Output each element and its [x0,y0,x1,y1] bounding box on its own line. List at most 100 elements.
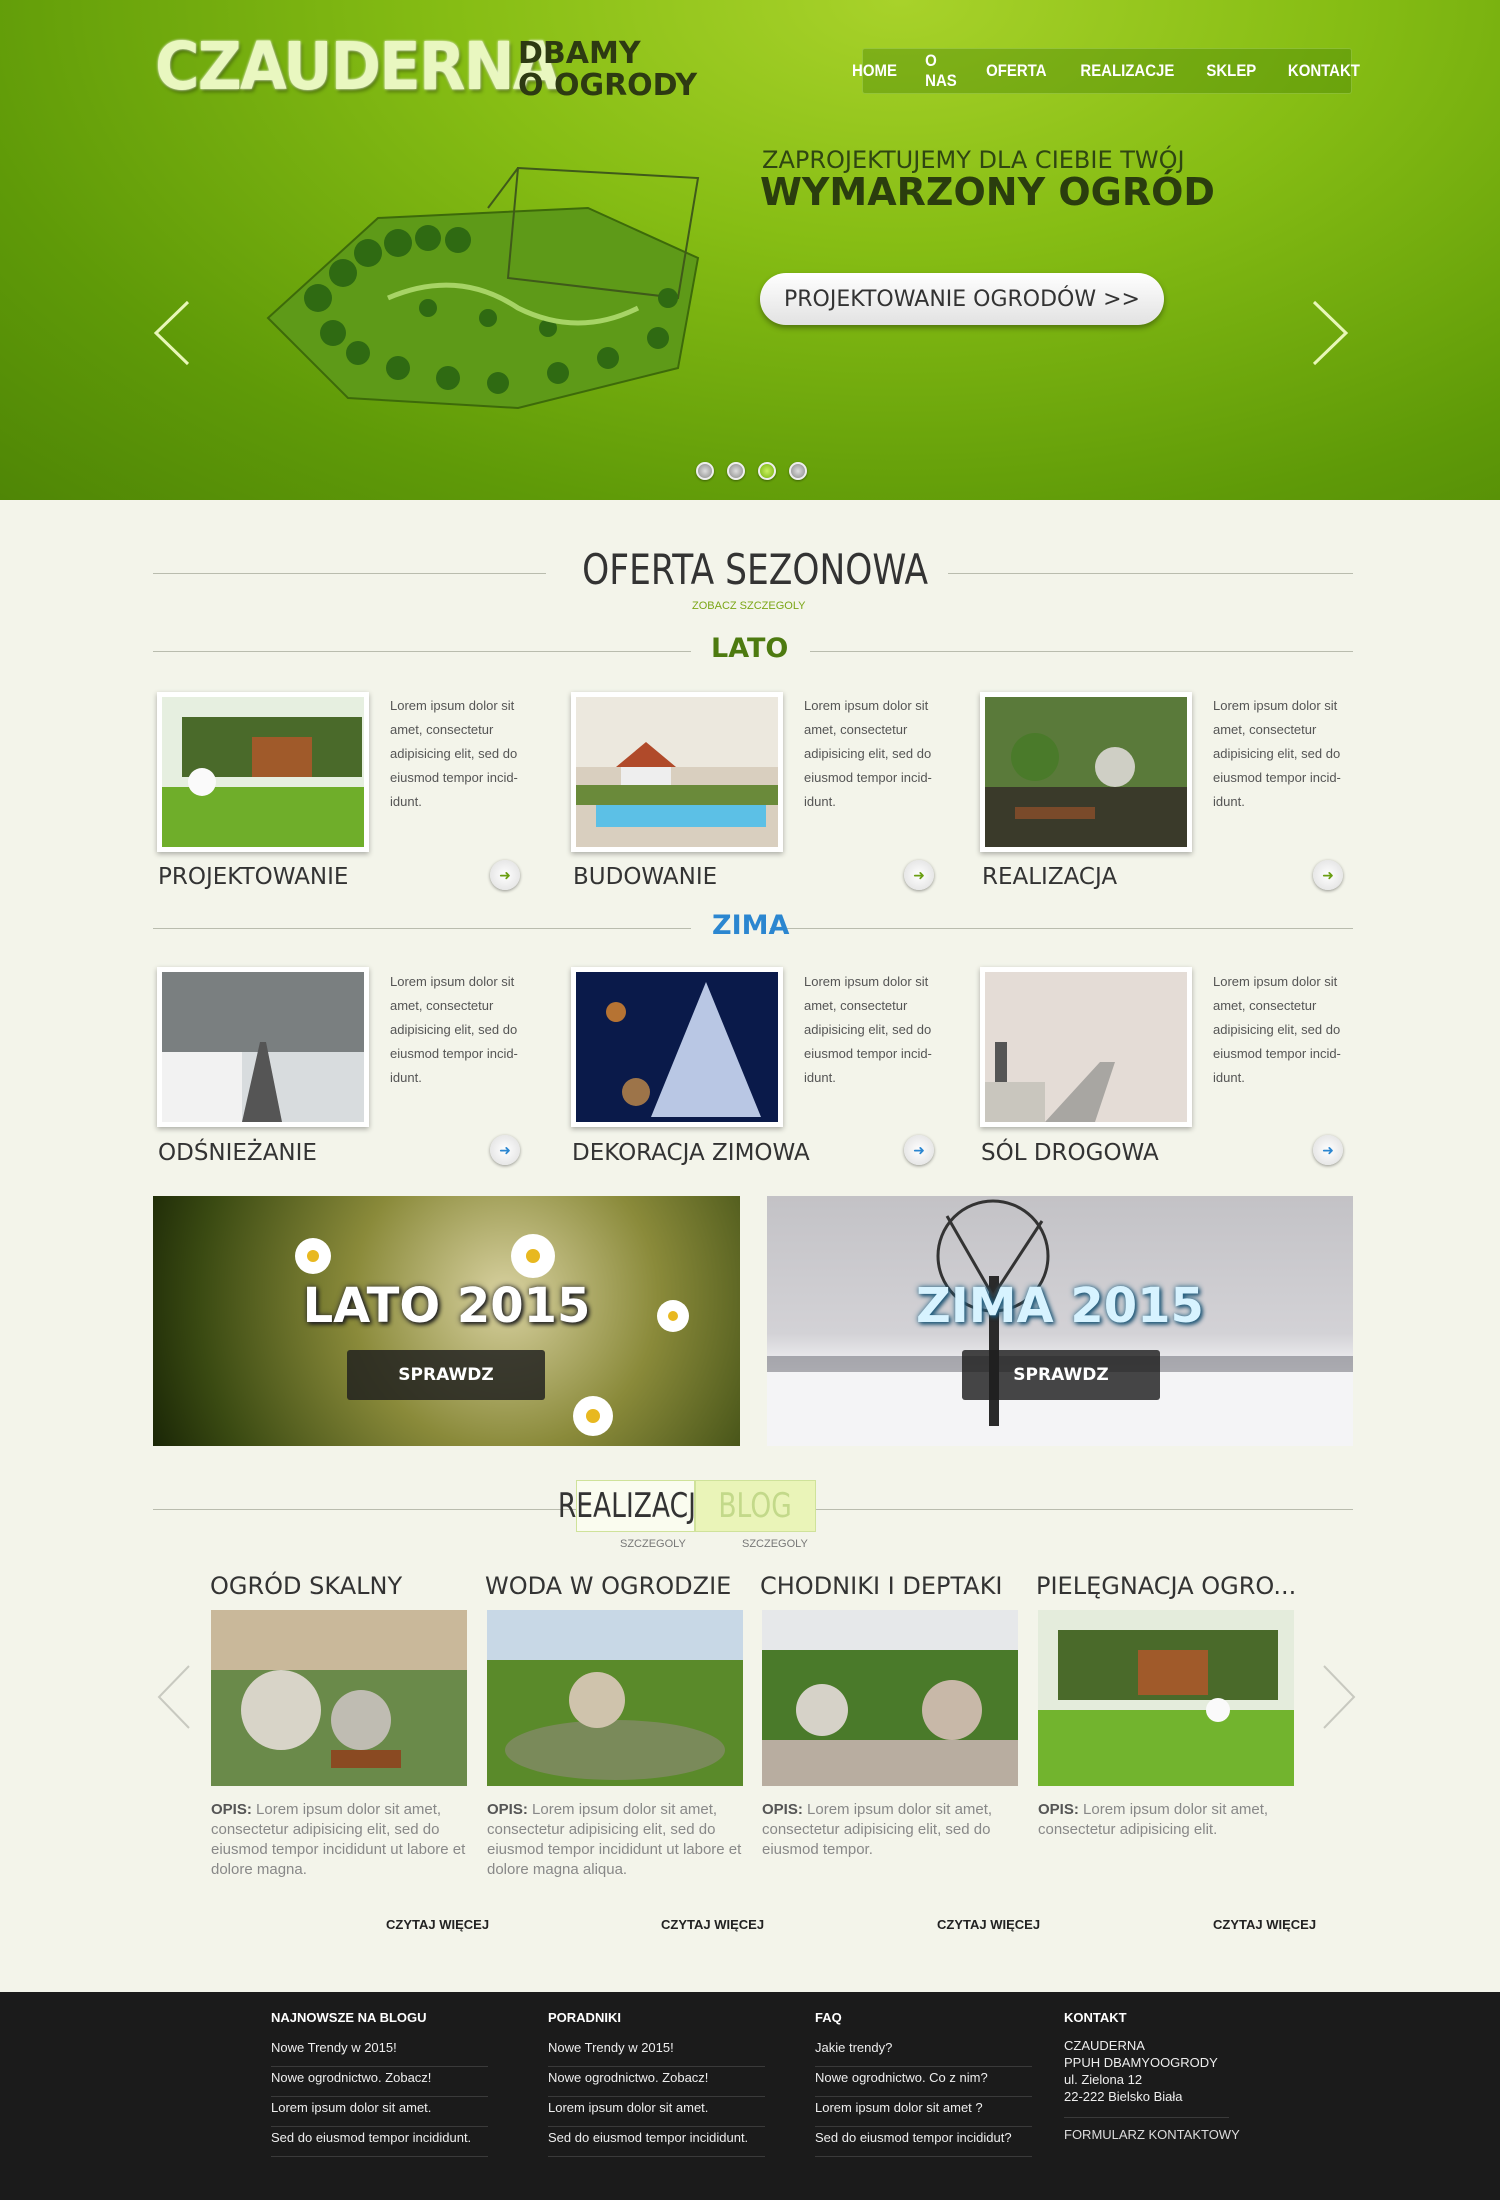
arrow-right-icon[interactable]: ➜ [490,860,520,890]
arrow-right-icon[interactable]: ➜ [490,1135,520,1165]
nav-home[interactable]: HOME [852,61,897,81]
footer-link[interactable]: Nowe ogrodnictwo. Zobacz! [271,2067,488,2097]
footer-link[interactable]: Nowe ogrodnictwo. Co z nim? [815,2067,1032,2097]
desc-label: OPIS: [1038,1801,1079,1818]
arrow-right-icon[interactable]: ➜ [904,1135,934,1165]
project-title[interactable]: WODA W OGRODZIE [485,1572,731,1600]
slider-next-arrow-icon[interactable] [1308,298,1352,368]
project-image[interactable] [211,1610,467,1786]
footer-link[interactable]: Lorem ipsum dolor sit amet ? [815,2097,1032,2127]
offer-text: Lorem ipsum dolor sit amet, consectetur … [390,698,518,809]
offer-section-title: OFERTA SEZONOWA [582,545,929,594]
arrow-right-icon[interactable]: ➜ [904,860,934,890]
read-more-link[interactable]: CZYTAJ WIĘCEJ [386,1917,489,1932]
footer-heading: KONTAKT [1064,2010,1127,2025]
offer-image-budowanie[interactable] [571,692,783,852]
divider-line [153,1509,576,1510]
slider-dot-1[interactable] [696,462,714,480]
desc-label: OPIS: [487,1801,528,1818]
arrow-right-icon[interactable]: ➜ [1313,1135,1343,1165]
offer-title-projektowanie[interactable]: PROJEKTOWANIE [158,864,348,890]
offer-image-dekoracja[interactable] [571,967,783,1127]
winter-heading: ZIMA [712,910,790,941]
projects-next-arrow-icon[interactable] [1318,1662,1358,1732]
offer-title-dekoracja[interactable]: DEKORACJA ZIMOWA [572,1140,810,1166]
footer-link[interactable]: Lorem ipsum dolor sit amet. [271,2097,488,2127]
offer-title-sol[interactable]: SÓL DROGOWA [981,1140,1159,1166]
footer-column-blog: NAJNOWSZE NA BLOGU Nowe Trendy w 2015! N… [271,2010,488,2157]
footer-link[interactable]: Nowe Trendy w 2015! [548,2037,765,2067]
project-title[interactable]: CHODNIKI I DEPTAKI [760,1572,1003,1600]
footer-column-contact: KONTAKT CZAUDERNA PPUH DBAMYOOGRODY ul. … [1064,2010,1240,2143]
footer-link[interactable]: Sed do eiusmod tempor incididunt. [271,2127,488,2157]
arrow-right-icon[interactable]: ➜ [1313,860,1343,890]
project-image[interactable] [487,1610,743,1786]
offer-text: Lorem ipsum dolor sit amet, consectetur … [804,974,932,1085]
footer-link[interactable]: Sed do eiusmod tempor incididunt. [548,2127,765,2157]
project-title[interactable]: PIELĘGNACJA OGRO... [1036,1572,1296,1600]
read-more-link[interactable]: CZYTAJ WIĘCEJ [661,1917,764,1932]
projects-prev-arrow-icon[interactable] [155,1662,195,1732]
foggy-path-photo [985,972,1187,1122]
promo-winter-title: ZIMA 2015 [916,1278,1204,1334]
tab-realizacje[interactable]: REALIZACJE [558,1480,713,1532]
slider-dot-2[interactable] [727,462,745,480]
contact-city: 22-222 Bielsko Biała [1064,2088,1229,2118]
offer-image-projektowanie[interactable] [157,692,369,852]
offer-image-odsniezanie[interactable] [157,967,369,1127]
footer-link[interactable]: Lorem ipsum dolor sit amet. [548,2097,765,2127]
hero-slider: CZAUDERNA DBAMY O OGRODY HOME O NAS OFER… [0,0,1500,500]
promo-summer-title: LATO 2015 [302,1278,591,1334]
nav-sklep[interactable]: SKLEP [1207,61,1257,81]
slider-prev-arrow-icon[interactable] [150,298,194,368]
offer-text: Lorem ipsum dolor sit amet, consectetur … [804,698,932,809]
slider-dot-3[interactable] [758,462,776,480]
promo-winter-button[interactable]: SPRAWDZ [962,1350,1160,1400]
promo-summer-button[interactable]: SPRAWDZ [347,1350,545,1400]
promo-summer[interactable]: LATO 2015 SPRAWDZ [153,1196,740,1446]
promo-winter[interactable]: ZIMA 2015 SPRAWDZ [767,1196,1353,1446]
slider-dot-4[interactable] [789,462,807,480]
offer-image-sol[interactable] [980,967,1192,1127]
contact-street: ul. Zielona 12 [1064,2072,1143,2087]
garden-plan-illustration [266,166,700,410]
tab-blog-sub[interactable]: SZCZEGOLY [742,1538,808,1550]
summer-heading: LATO [711,633,789,664]
hero-title: WYMARZONY OGRÓD [760,170,1215,214]
footer-column-faq: FAQ Jakie trendy? Nowe ogrodnictwo. Co z… [815,2010,1032,2157]
footer-heading: NAJNOWSZE NA BLOGU [271,2010,427,2025]
divider-line [153,651,691,652]
snowy-road-photo [162,972,364,1122]
footer-link[interactable]: Sed do eiusmod tempor incididut? [815,2127,1032,2157]
read-more-link[interactable]: CZYTAJ WIĘCEJ [937,1917,1040,1932]
site-tagline: DBAMY O OGRODY [518,38,697,102]
tab-blog[interactable]: BLOG [695,1480,816,1532]
contact-form-link[interactable]: FORMULARZ KONTAKTOWY [1064,2126,1240,2143]
footer-link[interactable]: Nowe ogrodnictwo. Zobacz! [548,2067,765,2097]
project-image[interactable] [762,1610,1018,1786]
offer-title-realizacja[interactable]: REALIZACJA [982,864,1117,890]
nav-oferta[interactable]: OFERTA [986,61,1046,81]
project-image[interactable] [1038,1610,1294,1786]
divider-line [948,573,1353,574]
read-more-link[interactable]: CZYTAJ WIĘCEJ [1213,1917,1316,1932]
tab-blog-label: BLOG [718,1486,793,1526]
offer-title-budowanie[interactable]: BUDOWANIE [573,864,717,890]
tagline-line-1: DBAMY [518,36,641,71]
garden-photo [162,697,364,847]
hero-cta-button[interactable]: PROJEKTOWANIE OGRODÓW >> [760,273,1164,325]
offer-title-odsniezanie[interactable]: ODŚNIEŻANIE [158,1140,317,1166]
footer-heading: FAQ [815,2010,842,2025]
nav-o-nas[interactable]: O NAS [925,51,957,91]
project-title[interactable]: OGRÓD SKALNY [210,1572,402,1600]
tab-realizacje-sub[interactable]: SZCZEGOLY [620,1538,686,1550]
offer-text: Lorem ipsum dolor sit amet, consectetur … [390,974,518,1085]
offer-section-link[interactable]: ZOBACZ SZCZEGOLY [692,600,805,612]
nav-realizacje[interactable]: REALIZACJE [1080,61,1174,81]
footer-link[interactable]: Jakie trendy? [815,2037,1032,2067]
offer-image-realizacja[interactable] [980,692,1192,852]
site-logo[interactable]: CZAUDERNA [155,28,560,105]
nav-kontakt[interactable]: KONTAKT [1288,61,1360,81]
footer-link[interactable]: Nowe Trendy w 2015! [271,2037,488,2067]
pool-photo [576,697,778,847]
